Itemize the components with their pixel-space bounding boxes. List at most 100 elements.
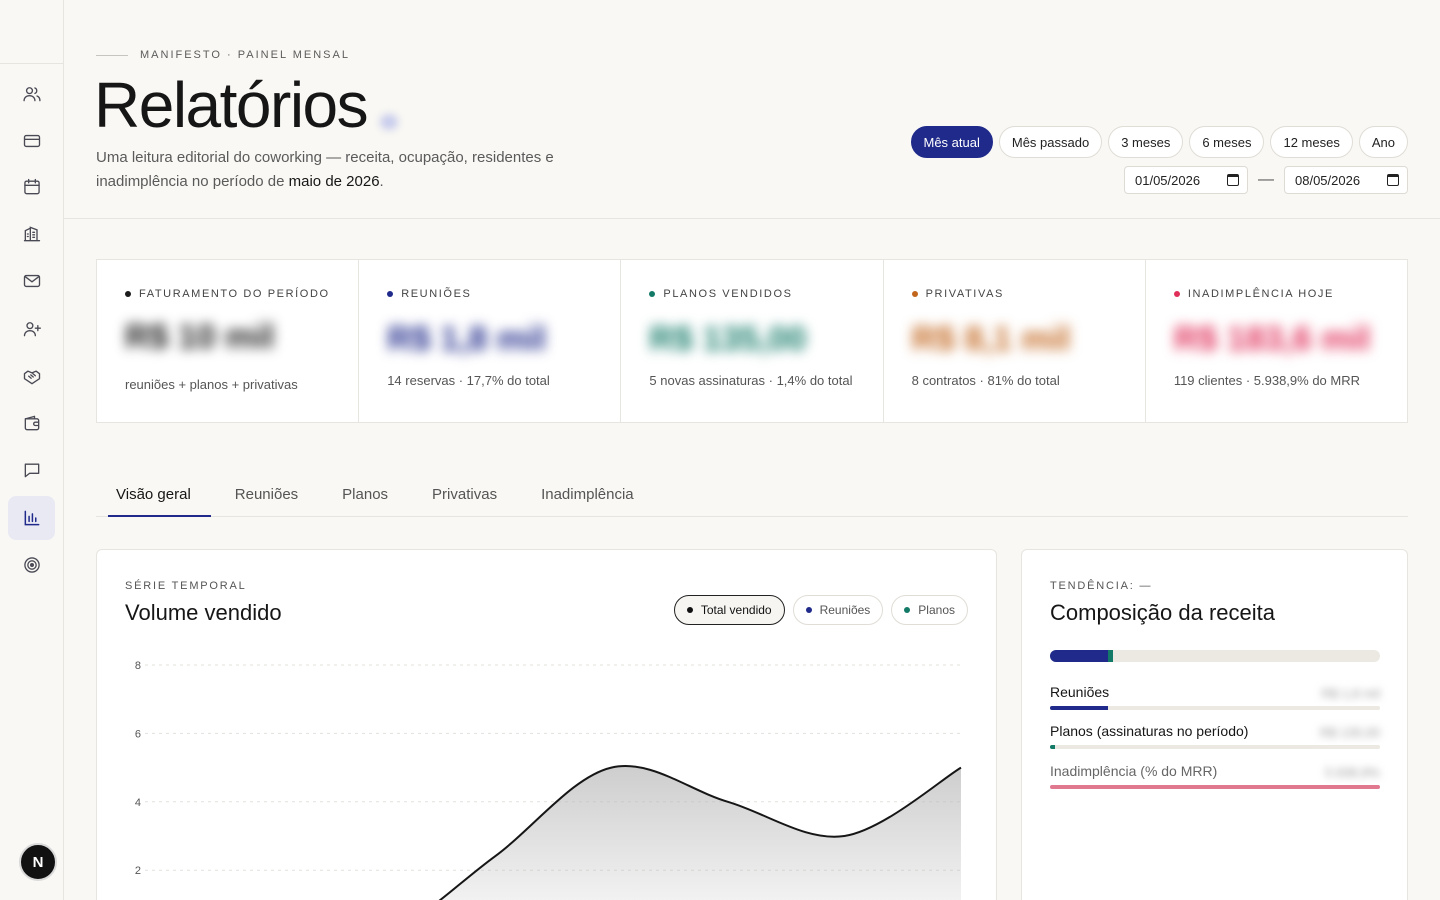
sidebar-item-chat[interactable] [8, 448, 55, 492]
series-toggle[interactable]: Total vendido [673, 595, 785, 625]
avatar-initial: N [32, 853, 44, 871]
sidebar-item-spaces[interactable] [8, 212, 55, 256]
y-tick-label: 2 [135, 865, 141, 877]
period-option[interactable]: Mês passado [998, 126, 1103, 158]
kpi-label-text: PLANOS VENDIDOS [663, 288, 793, 300]
sidebar-item-leads[interactable] [8, 307, 55, 351]
tab-1[interactable]: Reuniões [215, 472, 318, 516]
sidebar-item-users[interactable] [8, 72, 55, 116]
kpi-label-text: INADIMPLÊNCIA HOJE [1187, 288, 1334, 300]
composition-row-track [1050, 745, 1380, 749]
composition-stack-bar [1050, 650, 1380, 662]
period-selector: Mês atual Mês passado 3 meses 6 meses 12 mes… [910, 126, 1408, 158]
page-eyebrow: MANIFESTO · PAINEL MENSAL [140, 49, 350, 61]
y-tick-label: 4 [135, 797, 141, 809]
kpi-value: R$ 183,6 mil [1173, 320, 1371, 358]
page-title: Relatórios [94, 69, 369, 141]
date-from-value: 01/05/2026 [1135, 172, 1201, 188]
eyebrow-line [96, 55, 128, 56]
kpi-strip: FATURAMENTO DO PERÍODO R$ 10 mil reuniões … [96, 259, 1408, 423]
composition-row-value: R$ 135,00 [1320, 725, 1380, 740]
series-toggle-label: Planos [918, 603, 955, 617]
kpi-label: PRIVATIVAS [911, 288, 1117, 300]
user-plus-icon [23, 322, 41, 337]
kpi-dot-icon [387, 291, 394, 297]
series-dot-icon [904, 607, 911, 613]
composition-row-value: 5.938,9% [1325, 765, 1380, 780]
series-toggle[interactable]: Planos [891, 595, 968, 625]
subtitle-end: . [379, 173, 384, 190]
series-area [440, 766, 961, 900]
date-from-input[interactable]: 01/05/2026 [1124, 166, 1248, 194]
page-subtitle: Uma leitura editorial do coworking — rec… [96, 146, 616, 194]
tab-0[interactable]: Visão geral [96, 472, 211, 517]
calendar-picker-icon [1387, 174, 1399, 186]
composition-title: Composição da receita [1050, 600, 1276, 625]
series-toggles: Total vendido Reuniões Planos [673, 595, 968, 625]
series-dot-icon [686, 607, 693, 613]
tab-2[interactable]: Planos [322, 472, 408, 516]
volume-chart: 2 4 6 8 [135, 660, 962, 900]
user-avatar[interactable]: N [19, 843, 57, 881]
kpi-label: PLANOS VENDIDOS [649, 288, 854, 300]
period-option[interactable]: Ano [1358, 126, 1408, 158]
sidebar-item-calendar[interactable] [8, 165, 55, 209]
composition-row-fill [1050, 706, 1109, 710]
sidebar-item-wallet[interactable] [8, 401, 55, 445]
composition-row: Inadimplência (% do MRR) 5.938,9% [1050, 763, 1380, 789]
subtitle-period: maio de 2026 [288, 173, 380, 190]
building-icon [23, 226, 40, 242]
kpi-subtext: 8 contratos · 81% do total [911, 373, 1060, 388]
series-toggle-label: Reuniões [819, 603, 871, 617]
series-toggle[interactable]: Reuniões [792, 595, 884, 625]
composition-eyebrow: TENDÊNCIA: — [1050, 580, 1153, 592]
tab-4[interactable]: Inadimplência [521, 472, 654, 516]
kpi-subtext: 119 clientes · 5.938,9% do MRR [1173, 373, 1361, 388]
date-to-input[interactable]: 08/05/2026 [1284, 166, 1408, 194]
tab-3[interactable]: Privativas [412, 472, 517, 516]
kpi-subtext: 14 reservas · 17,7% do total [387, 373, 550, 388]
date-to-value: 08/05/2026 [1295, 172, 1361, 188]
kpi-value: R$ 10 mil [125, 318, 275, 356]
sidebar-item-reports[interactable] [8, 496, 55, 540]
period-option[interactable]: Mês atual [910, 126, 993, 158]
credit-card-icon [23, 134, 40, 148]
kpi-card: PLANOS VENDIDOS R$ 135,00 5 novas assinatu… [621, 260, 884, 422]
mail-icon [23, 274, 40, 288]
chart-title: Volume vendido [125, 600, 282, 625]
kpi-label: FATURAMENTO DO PERÍODO [125, 288, 330, 300]
stack-segment [1050, 650, 1109, 662]
sidebar-item-partners[interactable] [8, 355, 55, 399]
users-icon [22, 87, 41, 102]
date-range: 01/05/2026 — 08/05/2026 [1124, 166, 1408, 194]
kpi-dot-icon [911, 291, 918, 297]
series-dot-icon [805, 607, 812, 613]
handshake-icon [23, 370, 40, 385]
composition-row-track [1050, 706, 1380, 710]
calendar-icon [23, 178, 40, 195]
series-toggle-label: Total vendido [700, 603, 772, 617]
sidebar-item-goals[interactable] [8, 543, 55, 587]
kpi-dot-icon [125, 291, 131, 297]
sidebar-item-messages[interactable] [8, 259, 55, 303]
sidebar: N [0, 0, 64, 900]
composition-row-value: R$ 1,8 mil [1321, 686, 1380, 701]
period-option[interactable]: 6 meses [1189, 126, 1265, 158]
title-accent-dot [380, 114, 398, 130]
kpi-label: INADIMPLÊNCIA HOJE [1173, 288, 1379, 300]
period-option[interactable]: 3 meses [1108, 126, 1184, 158]
kpi-dot-icon [1173, 291, 1180, 297]
stack-segment [1108, 650, 1114, 662]
kpi-card: PRIVATIVAS R$ 8,1 mil 8 contratos · 81% do… [884, 260, 1146, 422]
sidebar-item-payments[interactable] [8, 119, 55, 163]
report-tabs: Visão geral Reuniões Planos Privativas Inadi… [96, 472, 1408, 517]
message-icon [24, 463, 39, 478]
kpi-subtext: 5 novas assinaturas · 1,4% do total [649, 373, 853, 388]
kpi-card: REUNIÕES R$ 1,8 mil 14 reservas · 17,7% do… [359, 260, 622, 422]
composition-row-fill [1050, 785, 1380, 789]
y-tick-label: 8 [135, 660, 141, 672]
kpi-label-text: REUNIÕES [401, 288, 472, 300]
kpi-label-text: PRIVATIVAS [925, 288, 1004, 300]
header-divider [64, 218, 1440, 219]
period-option[interactable]: 12 meses [1270, 126, 1353, 158]
